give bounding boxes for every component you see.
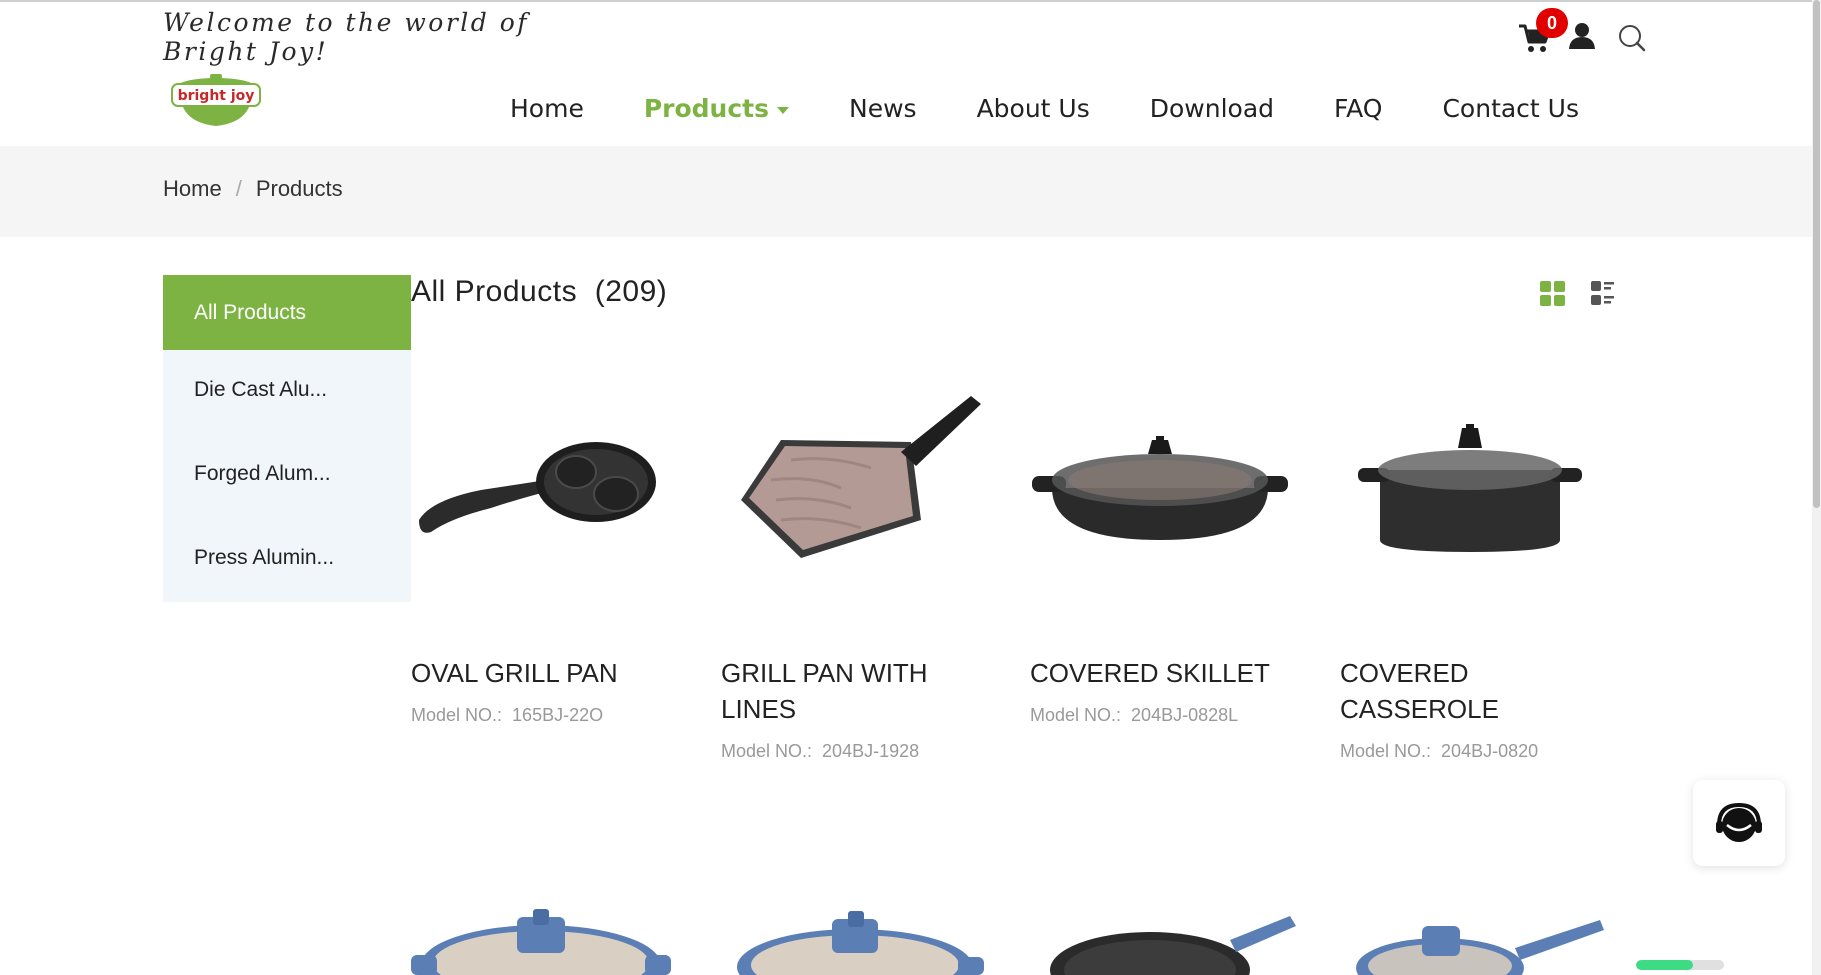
user-icon[interactable]: [1569, 22, 1595, 50]
top-border: [0, 0, 1821, 2]
sidebar-item-label: Forged Alum...: [194, 462, 331, 485]
scrollbar-thumb[interactable]: [1813, 0, 1820, 508]
product-model: Model NO.: 204BJ-0828L: [1030, 705, 1238, 726]
sidebar-item-all-products[interactable]: All Products: [163, 275, 411, 350]
sidebar-item-label: Die Cast Alu...: [194, 378, 328, 401]
grid-view-icon[interactable]: [1540, 281, 1566, 307]
loading-progress-fill: [1636, 960, 1694, 970]
model-label: Model NO.:: [1030, 705, 1122, 725]
product-name[interactable]: COVERED CASSEROLE: [1340, 655, 1610, 727]
chevron-down-icon: [777, 106, 789, 114]
nav-news-label: News: [849, 93, 917, 123]
product-count: (209): [594, 275, 668, 308]
breadcrumb-current: Products: [255, 176, 343, 201]
model-number: 165BJ-22O: [512, 705, 604, 725]
nav-download-label: Download: [1149, 93, 1275, 123]
cart-count-badge[interactable]: 0: [1536, 8, 1568, 38]
nav-contact-us-label: Contact Us: [1442, 93, 1580, 123]
model-number: 204BJ-0820: [1441, 741, 1539, 761]
product-model: Model NO.: 204BJ-1928: [721, 741, 919, 762]
sidebar-item-label: Press Alumin...: [194, 546, 335, 569]
model-label: Model NO.:: [411, 705, 503, 725]
nav-about-us-label: About Us: [976, 93, 1090, 123]
loading-progress-bar: [1636, 960, 1724, 970]
breadcrumb-separator: /: [235, 176, 242, 201]
breadcrumb-home[interactable]: Home: [163, 176, 222, 202]
page-title-text: All Products: [411, 275, 578, 308]
sidebar-item-die-cast[interactable]: Die Cast Alu...: [163, 378, 411, 402]
nav-products[interactable]: Products: [644, 94, 789, 123]
product-model: Model NO.: 165BJ-22O: [411, 705, 603, 726]
grill-pan-with-lines-image[interactable]: [721, 380, 981, 630]
nav-products-label: Products: [643, 93, 769, 123]
model-label: Model NO.:: [1340, 741, 1432, 761]
nav-download[interactable]: Download: [1150, 94, 1274, 123]
nav-news[interactable]: News: [849, 94, 917, 123]
covered-casserole-image[interactable]: [1340, 380, 1600, 630]
sidebar-item-press[interactable]: Press Alumin...: [163, 546, 411, 570]
nav-about-us[interactable]: About Us: [977, 94, 1090, 123]
product-name[interactable]: OVAL GRILL PAN: [411, 655, 681, 691]
model-label: Model NO.:: [721, 741, 813, 761]
product-model: Model NO.: 204BJ-0820: [1340, 741, 1538, 762]
headset-chat-icon: [1716, 802, 1762, 842]
nav-contact-us[interactable]: Contact Us: [1442, 94, 1579, 123]
nav-faq[interactable]: FAQ: [1334, 94, 1382, 123]
nav-home[interactable]: Home: [510, 94, 584, 123]
list-view-icon[interactable]: [1591, 281, 1617, 307]
covered-skillet-image[interactable]: [1030, 380, 1290, 630]
blue-frying-pan-image[interactable]: [1040, 910, 1300, 975]
blue-saucepan-image[interactable]: [1350, 908, 1610, 975]
welcome-text: Welcome to the world of Bright Joy!: [163, 8, 530, 66]
nav-home-label: Home: [510, 93, 584, 123]
blue-casserole-image[interactable]: [730, 905, 990, 975]
category-sidebar: All Products Die Cast Alu... Forged Alum…: [163, 275, 411, 602]
chat-support-button[interactable]: [1693, 780, 1785, 866]
search-icon[interactable]: [1618, 24, 1646, 52]
nav-faq-label: FAQ: [1334, 93, 1383, 123]
logo-text: bright joy: [178, 88, 255, 104]
page-scrollbar[interactable]: [1812, 0, 1821, 975]
blue-casserole-image[interactable]: [411, 905, 671, 975]
breadcrumb: Home / Products: [163, 176, 343, 202]
product-name[interactable]: COVERED SKILLET: [1030, 655, 1300, 691]
page-title: All Products (209): [411, 275, 667, 309]
bright-joy-logo[interactable]: bright joy: [170, 74, 262, 132]
sidebar-item-label: All Products: [194, 300, 307, 324]
product-name[interactable]: GRILL PAN WITH LINES: [721, 655, 991, 727]
model-number: 204BJ-1928: [822, 741, 920, 761]
main-nav: Home Products News About Us Download FAQ…: [480, 88, 1609, 128]
oval-grill-pan-image[interactable]: [411, 380, 671, 630]
sidebar-item-forged[interactable]: Forged Alum...: [163, 462, 411, 486]
model-number: 204BJ-0828L: [1131, 705, 1239, 725]
